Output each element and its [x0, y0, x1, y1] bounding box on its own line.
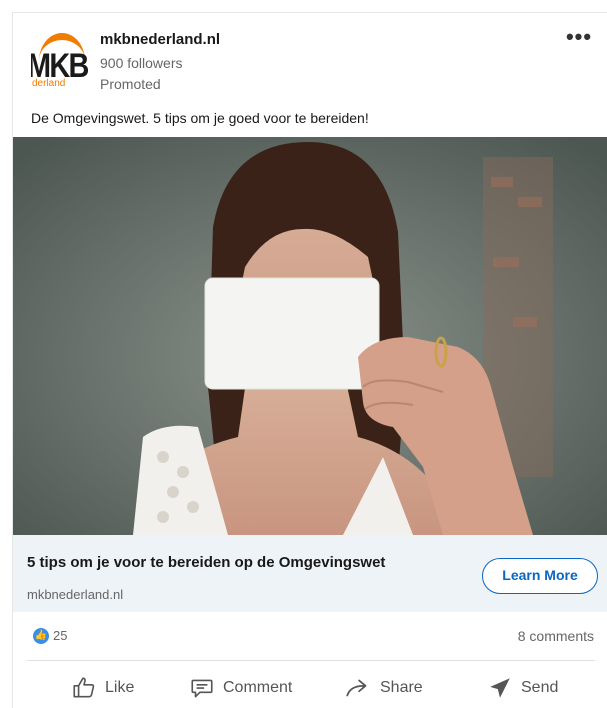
learn-more-button[interactable]: Learn More [482, 558, 598, 594]
sponsored-post-card: MKB derland mkbnederland.nl 900 follower… [12, 12, 607, 708]
comment-label: Comment [223, 679, 293, 696]
social-counts: 👍 25 8 comments [13, 625, 607, 649]
post-text: De Omgevingswet. 5 tips om je goed voor … [31, 110, 369, 126]
link-domain: mkbnederland.nl [27, 587, 124, 602]
comments-count[interactable]: 8 comments [518, 628, 594, 644]
send-button[interactable]: Send [487, 668, 558, 708]
company-name[interactable]: mkbnederland.nl [100, 31, 220, 48]
post-header: MKB derland mkbnederland.nl 900 follower… [13, 13, 607, 105]
woman-holding-card-illustration [13, 137, 607, 535]
thumbs-up-reaction-icon[interactable]: 👍 [33, 628, 49, 644]
share-label: Share [380, 679, 423, 696]
share-arrow-icon [346, 679, 367, 697]
like-button[interactable]: Like [71, 668, 134, 708]
send-paper-plane-icon [490, 678, 510, 698]
comment-button[interactable]: Comment [189, 668, 292, 708]
comment-icon [191, 679, 213, 698]
follower-count: 900 followers [100, 55, 183, 71]
link-title[interactable]: 5 tips om je voor te bereiden op de Omge… [27, 554, 385, 571]
company-logo[interactable]: MKB derland [31, 31, 91, 91]
share-button[interactable]: Share [344, 668, 423, 708]
divider [27, 660, 595, 661]
post-image[interactable] [13, 137, 607, 535]
promoted-label: Promoted [100, 76, 161, 92]
send-label: Send [521, 679, 559, 696]
thumbs-up-icon [73, 677, 95, 698]
more-options-button[interactable]: ••• [561, 26, 597, 53]
action-bar: Like Comment Share Send [13, 668, 607, 708]
like-label: Like [105, 679, 135, 696]
reaction-count[interactable]: 25 [53, 628, 67, 643]
link-preview[interactable]: 5 tips om je voor te bereiden op de Omge… [13, 535, 607, 612]
logo-subtext: derland [32, 78, 66, 89]
